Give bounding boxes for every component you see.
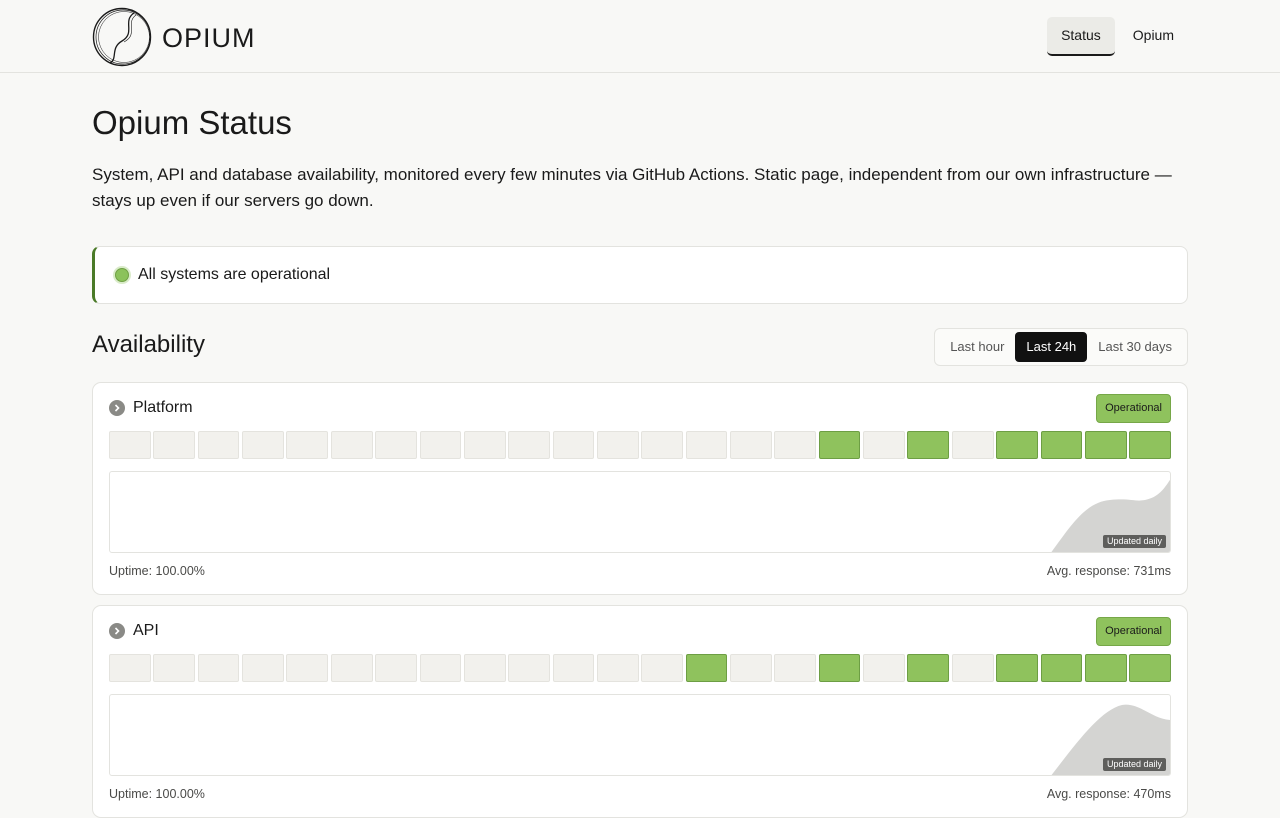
- uptime-bar[interactable]: [685, 431, 728, 459]
- range-tab-last-30-days[interactable]: Last 30 days: [1087, 332, 1183, 362]
- uptime-bars: [109, 654, 1171, 682]
- uptime-bar[interactable]: [463, 654, 506, 682]
- uptime-bar[interactable]: [153, 654, 196, 682]
- uptime-value: Uptime: 100.00%: [109, 564, 205, 578]
- top-nav: Status Opium: [1043, 17, 1188, 56]
- status-badge: Operational: [1096, 394, 1171, 423]
- uptime-bar[interactable]: [685, 654, 728, 682]
- uptime-bar[interactable]: [286, 431, 329, 459]
- opium-logo-icon: [92, 7, 152, 67]
- uptime-bar[interactable]: [996, 431, 1038, 459]
- uptime-bar[interactable]: [1040, 431, 1083, 459]
- chevron-right-icon[interactable]: [109, 400, 125, 416]
- uptime-bar[interactable]: [730, 431, 772, 459]
- uptime-bar[interactable]: [508, 654, 550, 682]
- uptime-bar[interactable]: [730, 654, 772, 682]
- chevron-right-icon[interactable]: [109, 623, 125, 639]
- uptime-bar[interactable]: [242, 431, 284, 459]
- updated-note: Updated daily: [1102, 758, 1166, 771]
- top-bar: OPIUM Status Opium: [0, 0, 1280, 73]
- uptime-bar[interactable]: [951, 431, 994, 459]
- uptime-bar[interactable]: [197, 431, 240, 459]
- uptime-bar[interactable]: [419, 431, 462, 459]
- uptime-bar[interactable]: [419, 654, 462, 682]
- availability-title: Availability: [92, 331, 205, 358]
- nav-status[interactable]: Status: [1047, 17, 1115, 56]
- uptime-bars: [109, 431, 1171, 459]
- updated-note: Updated daily: [1102, 535, 1166, 548]
- uptime-bar[interactable]: [774, 431, 817, 459]
- uptime-bar[interactable]: [463, 431, 506, 459]
- uptime-bar[interactable]: [641, 431, 684, 459]
- range-tab-last-hour[interactable]: Last hour: [939, 332, 1015, 362]
- status-badge: Operational: [1096, 617, 1171, 646]
- page-title: Opium Status: [92, 104, 292, 141]
- uptime-bar[interactable]: [330, 654, 373, 682]
- range-selector: Last hour Last 24h Last 30 days: [934, 328, 1188, 366]
- uptime-bar[interactable]: [907, 431, 950, 459]
- uptime-bar[interactable]: [375, 654, 417, 682]
- service-card-api: API Operational Updated daily Uptime: 10…: [92, 605, 1188, 818]
- uptime-bar[interactable]: [330, 431, 373, 459]
- range-tab-last-24h[interactable]: Last 24h: [1015, 332, 1088, 362]
- uptime-bar[interactable]: [197, 654, 240, 682]
- uptime-bar[interactable]: [508, 431, 550, 459]
- brand-name: OPIUM: [162, 22, 256, 53]
- uptime-bar[interactable]: [951, 654, 994, 682]
- response-sparkline: Updated daily: [109, 694, 1171, 776]
- uptime-bar[interactable]: [596, 654, 639, 682]
- uptime-bar[interactable]: [109, 654, 151, 682]
- uptime-bar[interactable]: [552, 654, 595, 682]
- service-header[interactable]: Platform: [109, 399, 193, 417]
- uptime-bar[interactable]: [242, 654, 284, 682]
- uptime-bar[interactable]: [863, 431, 905, 459]
- service-name: Platform: [133, 399, 193, 416]
- uptime-bar[interactable]: [153, 431, 196, 459]
- uptime-bar[interactable]: [818, 431, 861, 459]
- uptime-bar[interactable]: [907, 654, 950, 682]
- service-card-platform: Platform Operational Updated daily Uptim…: [92, 382, 1188, 595]
- brand-logo[interactable]: OPIUM: [92, 7, 256, 67]
- uptime-bar[interactable]: [596, 431, 639, 459]
- overall-status-text: All systems are operational: [138, 266, 331, 283]
- uptime-bar[interactable]: [1129, 431, 1171, 459]
- uptime-bar[interactable]: [1129, 654, 1171, 682]
- page-description: System, API and database availability, m…: [92, 165, 1172, 210]
- uptime-bar[interactable]: [1084, 654, 1127, 682]
- uptime-bar[interactable]: [996, 654, 1038, 682]
- avg-response-value: Avg. response: 731ms: [1046, 564, 1171, 578]
- uptime-bar[interactable]: [109, 431, 151, 459]
- uptime-bar[interactable]: [863, 654, 905, 682]
- status-dot-icon: [115, 268, 129, 282]
- uptime-bar[interactable]: [552, 431, 595, 459]
- service-name: API: [133, 622, 159, 639]
- overall-status-banner: All systems are operational: [92, 246, 1188, 304]
- response-sparkline: Updated daily: [109, 471, 1171, 553]
- service-header[interactable]: API: [109, 622, 159, 640]
- nav-opium[interactable]: Opium: [1119, 17, 1188, 56]
- uptime-bar[interactable]: [1040, 654, 1083, 682]
- uptime-bar[interactable]: [286, 654, 329, 682]
- uptime-bar[interactable]: [774, 654, 817, 682]
- uptime-bar[interactable]: [818, 654, 861, 682]
- uptime-bar[interactable]: [1084, 431, 1127, 459]
- avg-response-value: Avg. response: 470ms: [1046, 787, 1171, 801]
- uptime-value: Uptime: 100.00%: [109, 787, 205, 801]
- uptime-bar[interactable]: [641, 654, 684, 682]
- uptime-bar[interactable]: [375, 431, 417, 459]
